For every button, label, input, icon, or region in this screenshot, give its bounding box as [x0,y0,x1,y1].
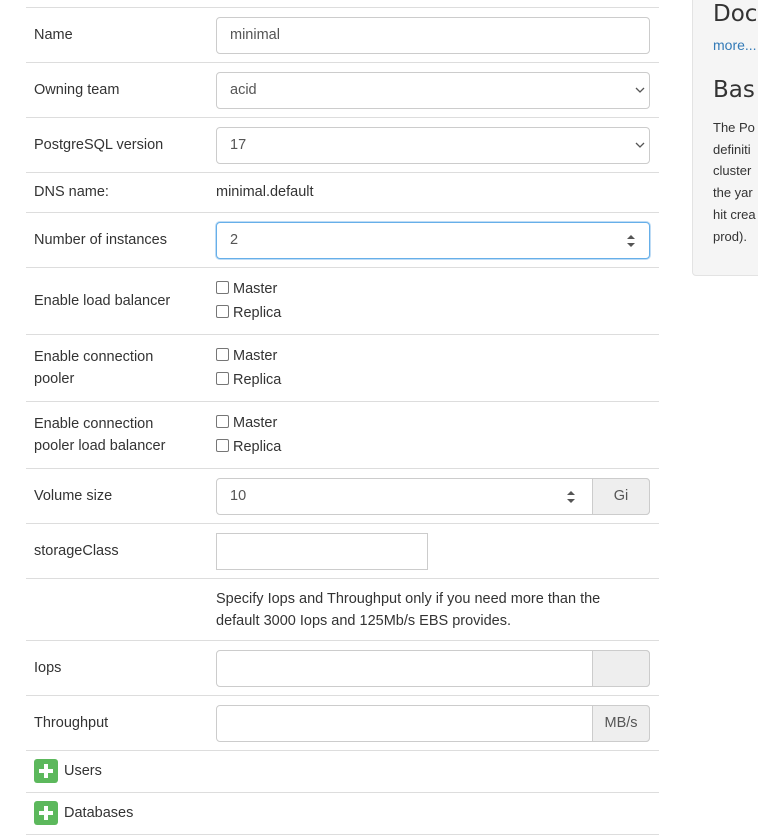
row-iops: Iops [26,641,659,696]
spinner-arrows-icon[interactable] [565,489,577,505]
storage-class-label: storageClass [34,543,119,559]
iops-input[interactable] [216,650,650,687]
load-balancer-master[interactable]: Master [216,277,281,301]
checkbox[interactable] [216,305,229,318]
volume-size-label: Volume size [34,488,113,504]
row-postgres-version: PostgreSQL version 17 [26,118,659,173]
pooler-load-balancer-options: Master Replica [216,411,281,459]
row-load-balancer: Enable load balancer Master Replica [26,268,659,335]
row-iops-note: Specify Iops and Throughput only if you … [26,579,659,641]
connection-pooler-replica[interactable]: Replica [216,368,281,392]
checkbox[interactable] [216,281,229,294]
owning-team-label: Owning team [34,82,120,98]
pooler-load-balancer-replica[interactable]: Replica [216,435,281,459]
postgres-version-select[interactable]: 17 [216,127,650,164]
iops-unit-addon [592,650,650,687]
row-connection-pooler: Enable connection pooler Master Replica [26,335,659,402]
load-balancer-replica[interactable]: Replica [216,301,281,325]
cluster-form: Name minimal Owning team acid PostgreSQL… [26,7,659,835]
add-users-button[interactable]: Users [34,759,102,783]
instances-input[interactable]: 2 [216,222,650,259]
row-storage-class: storageClass [26,524,659,579]
documentation-panel: Doc more... Bas The Po definiti cluster … [692,0,758,276]
connection-pooler-master[interactable]: Master [216,344,281,368]
row-databases: Databases [26,793,659,835]
load-balancer-options: Master Replica [216,277,281,325]
checkbox[interactable] [216,372,229,385]
iops-label: Iops [34,660,62,676]
plus-icon[interactable] [34,759,58,783]
chevron-down-icon [635,87,645,93]
doc-title: Doc [713,1,758,27]
name-input[interactable]: minimal [216,17,650,54]
chevron-down-icon [635,142,645,148]
pooler-load-balancer-master[interactable]: Master [216,411,281,435]
checkbox[interactable] [216,439,229,452]
row-throughput: Throughput MB/s [26,696,659,751]
row-users: Users [26,751,659,793]
dns-name-label: DNS name: [34,184,109,200]
dns-name-value: minimal.default [216,184,314,200]
storage-class-input[interactable] [216,533,428,570]
iops-note-text: Specify Iops and Throughput only if you … [216,591,601,629]
basics-text: The Po definiti cluster the yar hit crea… [713,120,756,244]
connection-pooler-label: Enable connection pooler [34,349,154,387]
postgres-version-label: PostgreSQL version [34,137,164,153]
row-dns-name: DNS name: minimal.default [26,173,659,213]
volume-size-input[interactable]: 10 Gi [216,478,650,515]
checkbox[interactable] [216,415,229,428]
row-owning-team: Owning team acid [26,63,659,118]
plus-icon[interactable] [34,801,58,825]
throughput-unit-addon: MB/s [592,705,650,742]
instances-label: Number of instances [34,232,167,248]
load-balancer-label: Enable load balancer [34,293,171,309]
row-name: Name minimal [26,8,659,63]
pooler-load-balancer-label: Enable connection pooler load balancer [34,416,166,454]
checkbox[interactable] [216,348,229,361]
owning-team-select[interactable]: acid [216,72,650,109]
throughput-input[interactable]: MB/s [216,705,650,742]
row-instances: Number of instances 2 [26,213,659,268]
add-databases-button[interactable]: Databases [34,801,133,825]
basics-title: Bas [713,77,755,103]
name-label: Name [34,27,73,43]
throughput-label: Throughput [34,715,109,731]
connection-pooler-options: Master Replica [216,344,281,392]
volume-unit-addon: Gi [592,478,650,515]
row-pooler-load-balancer: Enable connection pooler load balancer Ma… [26,402,659,469]
more-link[interactable]: more... [713,37,757,53]
row-volume-size: Volume size 10 Gi [26,469,659,524]
spinner-arrows-icon[interactable] [625,233,637,249]
